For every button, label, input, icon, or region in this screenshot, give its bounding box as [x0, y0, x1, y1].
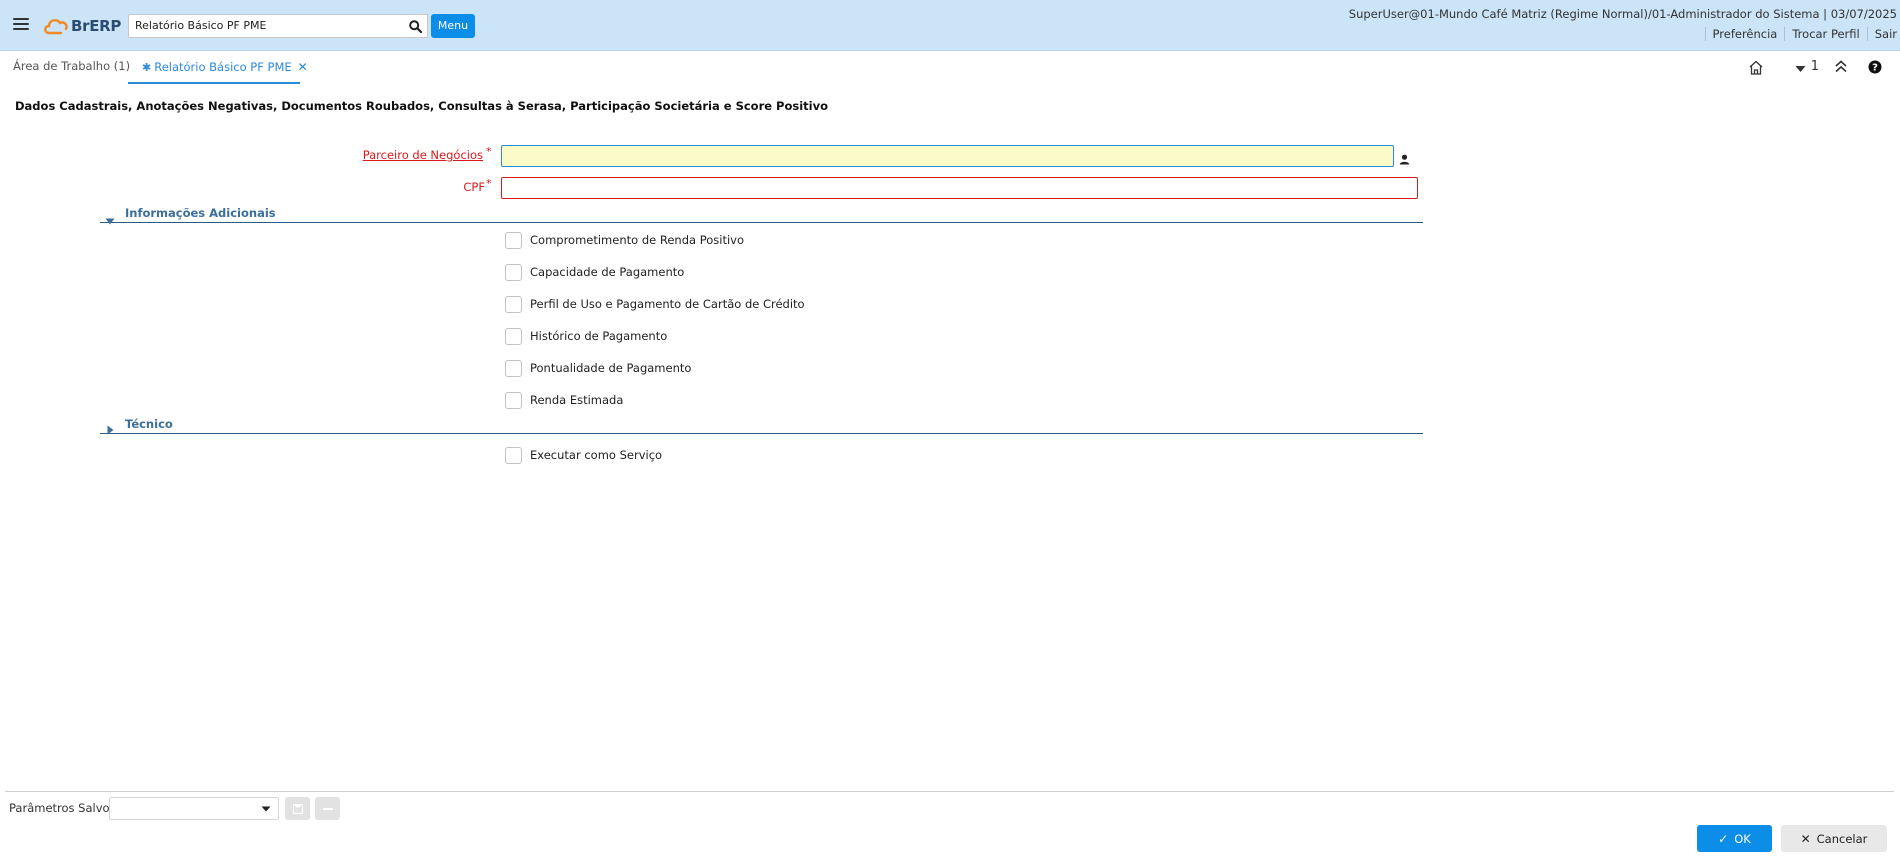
home-icon[interactable] — [1748, 60, 1764, 78]
tab-workspace[interactable]: Área de Trabalho (1) — [13, 59, 130, 73]
checkbox-row[interactable]: Perfil de Uso e Pagamento de Cartão de C… — [505, 295, 805, 313]
checkbox[interactable] — [505, 263, 522, 281]
search-button[interactable] — [404, 14, 428, 38]
logo-text: BrERP — [71, 17, 122, 35]
caret-down-icon — [105, 210, 115, 229]
checkbox[interactable] — [505, 295, 522, 313]
checkbox-label: Pontualidade de Pagamento — [530, 361, 692, 375]
section-technical[interactable]: Técnico — [100, 416, 1423, 435]
section-additional-info[interactable]: Informações Adicionais — [100, 205, 1423, 225]
minus-icon — [322, 807, 333, 810]
checkbox[interactable] — [505, 327, 522, 345]
checkbox[interactable] — [505, 231, 522, 249]
business-partner-input[interactable] — [501, 145, 1394, 167]
window-tabbar: Área de Trabalho (1) ✱ Relatório Básico … — [0, 52, 1900, 84]
app-header: BrERP Relatório Básico PF PME Menu Super… — [0, 0, 1900, 51]
checkbox-row[interactable]: Executar como Serviço — [505, 446, 662, 464]
business-partner-label[interactable]: Parceiro de Negócios — [363, 148, 483, 162]
cpf-input[interactable] — [501, 177, 1418, 199]
close-tab-icon[interactable]: ✕ — [298, 60, 308, 74]
cancel-button[interactable]: ✕ Cancelar — [1781, 825, 1887, 852]
checkbox-row[interactable]: Capacidade de Pagamento — [505, 263, 684, 281]
open-window-count: 1 — [1810, 59, 1819, 74]
checkbox-row[interactable]: Comprometimento de Renda Positivo — [505, 231, 744, 249]
menu-button[interactable]: Menu — [431, 14, 475, 38]
dropdown-caret-icon[interactable] — [255, 798, 277, 819]
logout-link[interactable]: Sair — [1866, 27, 1897, 41]
search-icon — [409, 19, 422, 33]
required-mark: * — [486, 177, 492, 190]
checkbox-label: Comprometimento de Renda Positivo — [530, 233, 744, 247]
hamburger-menu-icon[interactable] — [13, 18, 29, 32]
process-description: Dados Cadastrais, Anotações Negativas, D… — [15, 99, 828, 113]
checkbox-row[interactable]: Histórico de Pagamento — [505, 327, 667, 345]
menu-search-input[interactable]: Relatório Básico PF PME — [128, 14, 405, 38]
delete-params-button[interactable] — [315, 797, 340, 820]
checkbox-label: Histórico de Pagamento — [530, 329, 668, 343]
required-mark: * — [486, 145, 492, 158]
switch-role-link[interactable]: Trocar Perfil — [1784, 27, 1866, 41]
checkbox-label: Executar como Serviço — [530, 448, 663, 462]
ok-label: OK — [1734, 831, 1751, 846]
checkbox-label: Perfil de Uso e Pagamento de Cartão de C… — [530, 297, 805, 311]
help-icon[interactable]: ? — [1868, 60, 1882, 77]
checkbox[interactable] — [505, 391, 522, 409]
saved-params-label: Parâmetros Salvos — [9, 801, 116, 815]
save-params-button[interactable] — [285, 797, 310, 820]
close-icon: ✕ — [1800, 831, 1811, 846]
ok-button[interactable]: ✓ OK — [1697, 825, 1772, 852]
cloud-logo-icon — [44, 18, 68, 35]
collapse-up-icon[interactable] — [1834, 60, 1848, 76]
cancel-label: Cancelar — [1816, 831, 1868, 846]
save-icon — [292, 803, 303, 814]
tab-active-label: Relatório Básico PF PME — [154, 60, 292, 74]
gear-icon: ✱ — [142, 60, 152, 74]
header-links: Preferência Trocar Perfil Sair — [1704, 27, 1897, 41]
cpf-label: CPF — [463, 180, 485, 194]
checkbox-label: Renda Estimada — [530, 393, 624, 407]
section-title: Técnico — [125, 417, 173, 431]
caret-right-icon — [107, 420, 114, 439]
footer-divider — [5, 791, 1894, 792]
svg-text:?: ? — [1872, 63, 1878, 74]
section-title: Informações Adicionais — [125, 206, 276, 220]
checkbox-row[interactable]: Pontualidade de Pagamento — [505, 359, 691, 377]
brerp-logo[interactable]: BrERP — [43, 13, 121, 39]
checkbox-label: Capacidade de Pagamento — [530, 265, 685, 279]
person-icon[interactable] — [1399, 150, 1410, 169]
chevron-down-icon[interactable] — [1795, 62, 1806, 76]
tab-relatorio-basico[interactable]: ✱ Relatório Básico PF PME ✕ — [128, 52, 308, 84]
checkbox[interactable] — [505, 446, 522, 464]
saved-params-select[interactable] — [109, 797, 279, 820]
user-context-info: SuperUser@01-Mundo Café Matriz (Regime N… — [1348, 7, 1897, 21]
check-icon: ✓ — [1718, 831, 1729, 846]
preferences-link[interactable]: Preferência — [1704, 27, 1785, 41]
checkbox-row[interactable]: Renda Estimada — [505, 391, 623, 409]
checkbox[interactable] — [505, 359, 522, 377]
